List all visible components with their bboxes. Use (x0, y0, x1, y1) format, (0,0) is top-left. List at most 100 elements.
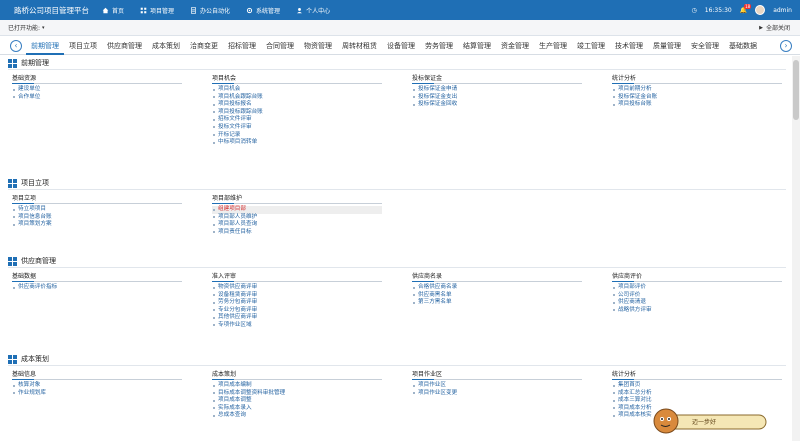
topnav-label: 首页 (112, 7, 125, 15)
tab-module[interactable]: 设备管理 (382, 37, 420, 55)
tab-module[interactable]: 供应商管理 (102, 37, 147, 55)
tab-module[interactable]: 成本策划 (147, 37, 185, 55)
tab-module[interactable]: 劳务管理 (420, 37, 458, 55)
menu-column: 成本策划 项目成本编制 目标成本调整资料审批管理 项目成本调整 实际成本录入 总成本查询 (212, 370, 382, 420)
menu-column: 项目机会 项目机会 项目机会跟踪台账 项目投标报名 项目投标跟踪台账 招标文件评审 投标文件… (212, 74, 382, 147)
tab-module[interactable]: 招标管理 (223, 37, 261, 55)
clock-time: 16:35:30 (704, 6, 732, 14)
menu-link[interactable]: 项目作业区变更 (412, 390, 582, 398)
menu-link[interactable]: 作业规划库 (12, 390, 182, 398)
menu-link[interactable]: 劳务分包商评审 (212, 299, 382, 307)
menu-link[interactable]: 项目策划方案 (12, 221, 182, 229)
menu-link[interactable]: 投标保证金回收 (412, 101, 582, 109)
column-title: 基础数据 (12, 273, 37, 280)
section-grid-icon (8, 178, 17, 188)
top-bar: 路桥公司项目管理平台 首页 项目管理 办公自动化 系统管理 个人中心 ◷ 16:… (0, 0, 800, 20)
column-rule (412, 281, 582, 282)
menu-link[interactable]: 项目前期分析 (612, 86, 782, 94)
home-icon (102, 7, 109, 13)
tab-module[interactable]: 资金管理 (496, 37, 534, 55)
tab-module[interactable]: 项目立项 (64, 37, 102, 55)
menu-link[interactable]: 投标保证金申请 (412, 86, 582, 94)
topnav-home[interactable]: 首页 (94, 0, 132, 20)
topnav-label: 办公自动化 (200, 7, 231, 15)
open-functions-label: 已打开功能: ▾ (0, 23, 45, 33)
menu-link[interactable]: 项目机会 (212, 86, 382, 94)
menu-column: 准入评审 物资供应商评审 设备租赁商评审 劳务分包商评审 专业分包商评审 其他供应商评审专… (212, 272, 382, 330)
menu-link[interactable]: 项目责任目标 (212, 229, 382, 237)
topnav-system[interactable]: 系统管理 (238, 0, 288, 20)
menu-link[interactable]: 中标项目消转单 (212, 139, 382, 147)
menu-link[interactable]: 专项作业区域 (212, 322, 382, 330)
scrollbar[interactable] (792, 56, 800, 441)
topnav-personal[interactable]: 个人中心 (288, 0, 338, 20)
menu-link[interactable]: 供应商清退 (612, 299, 782, 307)
menu-link[interactable]: 项目部评价 (612, 284, 782, 292)
menu-link[interactable]: 物资供应商评审 (212, 284, 382, 292)
tab-module[interactable]: 物资管理 (299, 37, 337, 55)
username[interactable]: admin (773, 7, 792, 14)
user-icon (297, 7, 303, 13)
menu-link[interactable]: 合格供应商名录 (412, 284, 582, 292)
section-title: 成本策划 (21, 355, 49, 363)
tab-module[interactable]: 合同管理 (261, 37, 299, 55)
topnav-project[interactable]: 项目管理 (132, 0, 182, 20)
column-rule (412, 379, 582, 380)
topnav-office[interactable]: 办公自动化 (182, 0, 238, 20)
menu-link[interactable]: 项目部人员查询 (212, 221, 382, 229)
section-title: 前期管理 (21, 59, 49, 67)
column-title: 供应商评价 (612, 273, 643, 280)
scroll-right-icon[interactable]: › (780, 40, 792, 52)
menu-link[interactable]: 合作单位 (12, 94, 182, 102)
menu-link[interactable]: 战略供方评审 (612, 307, 782, 315)
menu-link[interactable]: 核算对象 (12, 382, 182, 390)
menu-column: 基础信息 核算对象 作业规划库 (12, 370, 182, 397)
menu-link[interactable]: 成本三算对比 (612, 397, 782, 405)
tab-module[interactable]: 生产管理 (534, 37, 572, 55)
menu-link[interactable]: 项目投标报名 (212, 101, 382, 109)
menu-column: 投标保证金 投标保证金申请 投标保证金支出 投标保证金回收 (412, 74, 582, 109)
avatar[interactable] (755, 5, 766, 15)
tab-module[interactable]: 基础数据 (724, 37, 762, 55)
tab-module[interactable]: 洽商变更 (185, 37, 223, 55)
tab-module[interactable]: 竣工管理 (572, 37, 610, 55)
tab-module[interactable]: 安全管理 (686, 37, 724, 55)
menu-link[interactable]: 组建项目部 (212, 206, 382, 214)
menu-link[interactable]: 其他供应商评审 (212, 314, 382, 322)
column-rule (12, 379, 182, 380)
menu-link[interactable]: 供应商评价指标 (12, 284, 182, 292)
bell-icon[interactable]: 🔔 18 (740, 3, 752, 14)
menu-link[interactable]: 建设单位 (12, 86, 182, 94)
tab-module[interactable]: 结算管理 (458, 37, 496, 55)
menu-link[interactable]: 项目成本编制 (212, 382, 382, 390)
play-icon: ▶ (759, 24, 763, 31)
menu-column: 统计分析 项目前期分析 投标保证金台账 项目投标台账 (612, 74, 782, 109)
close-all-button[interactable]: ▶ 全部关闭 (759, 23, 790, 33)
column-rule (12, 203, 182, 204)
tab-module[interactable]: 技术管理 (610, 37, 648, 55)
tab-module[interactable]: 前期管理 (26, 37, 64, 55)
menu-link[interactable]: 总成本查询 (212, 412, 382, 420)
menu-link[interactable]: 第三方黑名单 (412, 299, 582, 307)
menu-link[interactable]: 项目成本调整 (212, 397, 382, 405)
app-title: 路桥公司项目管理平台 (14, 5, 89, 15)
menu-link[interactable]: 项目作业区 (412, 382, 582, 390)
topnav-label: 项目管理 (150, 7, 175, 15)
menu-link[interactable]: 招标文件评审 (212, 116, 382, 124)
module-tabs-row: ‹ 前期管理 项目立项 供应商管理 成本策划 洽商变更 招标管理 合同管理 物资管理 周转材租赁… (0, 37, 800, 55)
menu-link[interactable]: 投标文件评审 (212, 124, 382, 132)
section-header: 前期管理 (8, 58, 49, 68)
menu-link[interactable]: 集团首页 (612, 382, 782, 390)
column-rule (612, 281, 782, 282)
scroll-left-icon[interactable]: ‹ (10, 40, 22, 52)
menu-column: 项目部维护 组建项目部 项目部人员维护 项目部人员查询 项目责任目标 (212, 194, 382, 236)
caret-down-icon[interactable]: ▾ (42, 25, 45, 31)
section-divider (8, 365, 786, 366)
scrollbar-thumb[interactable] (793, 60, 799, 120)
section-header: 项目立项 (8, 178, 49, 188)
column-title: 统计分析 (612, 75, 637, 82)
tab-module[interactable]: 质量管理 (648, 37, 686, 55)
menu-link[interactable]: 待立项项目 (12, 206, 182, 214)
tab-module[interactable]: 周转材租赁 (337, 37, 382, 55)
menu-link[interactable]: 项目投标台账 (612, 101, 782, 109)
